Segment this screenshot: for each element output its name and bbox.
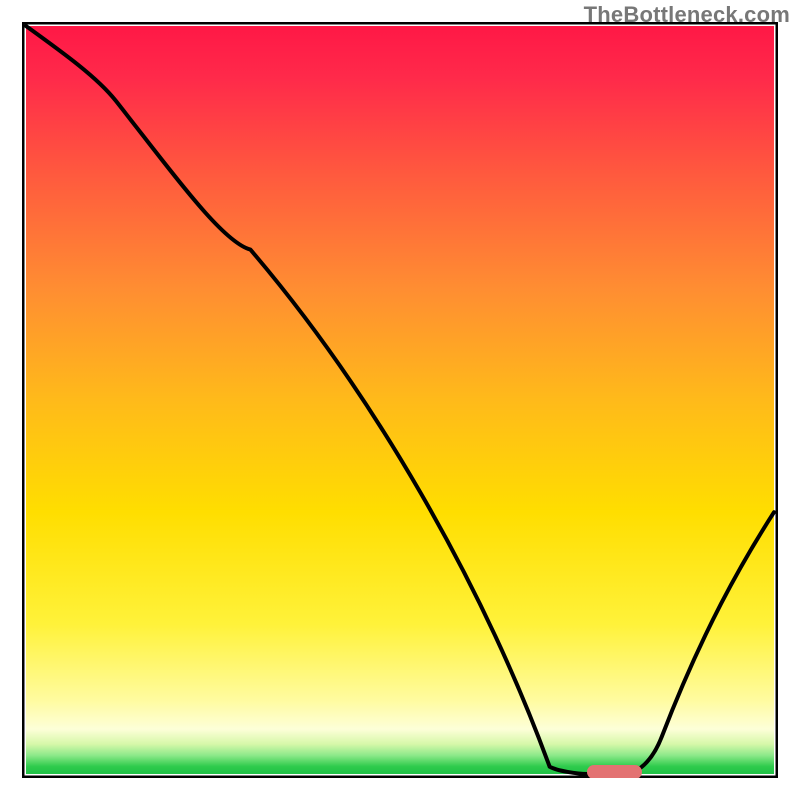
heat-background <box>26 26 774 774</box>
plot-area <box>22 22 778 778</box>
bottleneck-chart: TheBottleneck.com <box>0 0 800 800</box>
chart-svg <box>22 22 778 778</box>
optimal-range-marker <box>587 765 642 778</box>
